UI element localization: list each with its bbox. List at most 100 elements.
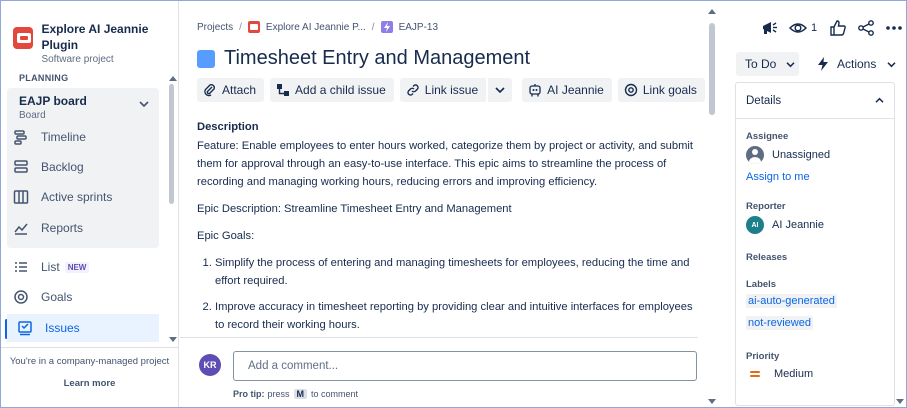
add-child-label: Add a child issue bbox=[295, 83, 386, 97]
backlog-icon bbox=[13, 159, 29, 175]
comment-input[interactable] bbox=[233, 351, 697, 381]
main-scroll-thumb[interactable] bbox=[709, 23, 715, 115]
planning-section-label: PLANNING bbox=[19, 73, 69, 83]
actions-button[interactable]: Actions bbox=[811, 52, 902, 76]
status-label: To Do bbox=[745, 57, 777, 71]
assign-to-me-link[interactable]: Assign to me bbox=[746, 171, 810, 183]
ai-jeannie-button[interactable]: AI Jeannie bbox=[522, 78, 612, 102]
priority-medium-icon bbox=[750, 369, 760, 379]
sidebar: Explore AI Jeannie Plugin Software proje… bbox=[1, 1, 179, 407]
pro-tip-press: press bbox=[267, 389, 290, 399]
scroll-down-arrow-icon[interactable] bbox=[169, 337, 177, 342]
issue-actions-bar: 1 bbox=[761, 19, 906, 37]
scroll-down-arrow-icon[interactable] bbox=[708, 399, 716, 404]
sidebar-item-goals[interactable]: Goals bbox=[13, 283, 153, 311]
reporter-label: Reporter bbox=[746, 201, 786, 212]
sidebar-footer: You're in a company-managed project Lear… bbox=[1, 347, 178, 389]
sidebar-item-backlog[interactable]: Backlog bbox=[13, 153, 153, 181]
add-child-issue-button[interactable]: Add a child issue bbox=[270, 78, 394, 102]
board-columns-icon bbox=[13, 189, 29, 205]
priority-label: Priority bbox=[746, 351, 780, 362]
project-icon bbox=[247, 21, 260, 33]
thumbs-up-icon[interactable] bbox=[829, 19, 847, 37]
project-type: Software project bbox=[41, 54, 114, 65]
link-issue-button[interactable]: Link issue bbox=[399, 78, 487, 102]
details-panel: Details Assignee Unassigned Assign to me… bbox=[735, 82, 895, 406]
scroll-up-arrow-icon[interactable] bbox=[708, 9, 716, 14]
status-dropdown[interactable]: To Do bbox=[736, 52, 799, 76]
link-issue-dropdown[interactable] bbox=[488, 78, 513, 102]
issue-toolbar: Attach Add a child issue Link issue AI J… bbox=[197, 78, 711, 102]
list-item: Improve accuracy in timesheet reporting … bbox=[215, 298, 697, 334]
label-chip[interactable]: ai-auto-generated bbox=[746, 294, 837, 308]
sidebar-item-timeline[interactable]: Timeline bbox=[13, 123, 153, 151]
avatar: KR bbox=[199, 354, 221, 376]
breadcrumb-separator: / bbox=[371, 21, 375, 33]
priority-field[interactable]: Medium bbox=[746, 368, 813, 380]
comment-area: KR Pro tip: press M to comment bbox=[180, 337, 698, 407]
breadcrumb-projects[interactable]: Projects bbox=[197, 22, 233, 33]
scroll-down-arrow-icon[interactable] bbox=[896, 399, 904, 404]
sidebar-item-label: Issues bbox=[45, 321, 80, 335]
reporter-value: AI Jeannie bbox=[772, 219, 824, 231]
sidebar-item-label: Backlog bbox=[41, 160, 84, 174]
breadcrumb-issue-key[interactable]: EAJP-13 bbox=[399, 22, 438, 33]
sidebar-scroll-thumb[interactable] bbox=[169, 84, 174, 204]
epic-goals-heading: Epic Goals: bbox=[197, 230, 255, 242]
paperclip-icon bbox=[203, 83, 217, 97]
chevron-down-icon bbox=[786, 61, 795, 67]
priority-value: Medium bbox=[774, 368, 814, 380]
label-chip[interactable]: not-reviewed bbox=[746, 316, 813, 330]
sidebar-item-label: Reports bbox=[41, 221, 84, 235]
project-header[interactable]: Explore AI Jeannie Plugin Software proje… bbox=[13, 21, 178, 67]
attach-button[interactable]: Attach bbox=[197, 78, 265, 102]
labels-label: Labels bbox=[746, 279, 777, 290]
sidebar-item-list[interactable]: List NEW bbox=[13, 253, 153, 281]
chevron-down-icon bbox=[495, 87, 505, 94]
reporter-field[interactable]: AI AI Jeannie bbox=[746, 216, 824, 234]
epic-goals-list: Simplify the process of entering and man… bbox=[197, 254, 697, 334]
pro-tip-rest: to comment bbox=[311, 389, 359, 399]
main-scrollbar[interactable] bbox=[708, 9, 716, 405]
company-managed-note: You're in a company-managed project bbox=[9, 356, 170, 367]
board-subtitle: Board bbox=[19, 110, 46, 121]
sidebar-item-label: Active sprints bbox=[41, 190, 113, 204]
megaphone-icon[interactable] bbox=[761, 19, 779, 37]
sidebar-item-active-sprints[interactable]: Active sprints bbox=[13, 183, 153, 211]
details-header[interactable]: Details bbox=[736, 83, 894, 119]
details-title: Details bbox=[746, 94, 782, 107]
ai-jeannie-icon bbox=[528, 83, 542, 97]
project-icon bbox=[13, 27, 34, 49]
issue-title[interactable]: Timesheet Entry and Management bbox=[224, 47, 530, 70]
pro-tip-label: Pro tip: bbox=[233, 389, 265, 399]
link-goals-button[interactable]: Link goals bbox=[617, 78, 705, 102]
description-body[interactable]: Description Feature: Enable employees to… bbox=[197, 118, 697, 342]
assignee-field[interactable]: Unassigned bbox=[746, 146, 830, 164]
eye-icon[interactable] bbox=[789, 19, 807, 37]
issue-type-icon bbox=[197, 49, 215, 68]
breadcrumb-project[interactable]: Explore AI Jeannie P... bbox=[266, 22, 366, 33]
learn-more-link[interactable]: Learn more bbox=[1, 378, 178, 389]
list-item: Simplify the process of entering and man… bbox=[215, 254, 697, 290]
pro-tip: Pro tip: press M to comment bbox=[233, 389, 358, 399]
breadcrumb: Projects / Explore AI Jeannie P... / EAJ… bbox=[197, 21, 438, 33]
assignee-label: Assignee bbox=[746, 131, 789, 142]
chevron-down-icon[interactable] bbox=[139, 100, 149, 108]
link-goals-label: Link goals bbox=[642, 83, 697, 97]
attach-label: Attach bbox=[222, 83, 257, 97]
sidebar-item-label: List bbox=[41, 260, 60, 274]
sidebar-item-reports[interactable]: Reports bbox=[13, 214, 153, 242]
app-frame: Explore AI Jeannie Plugin Software proje… bbox=[0, 0, 907, 408]
share-icon[interactable] bbox=[857, 19, 875, 37]
more-icon[interactable] bbox=[885, 19, 903, 37]
chevron-down-icon bbox=[887, 61, 896, 67]
sidebar-item-label: Goals bbox=[41, 290, 73, 304]
description-heading: Description bbox=[197, 121, 259, 133]
sidebar-scrollbar[interactable] bbox=[169, 76, 177, 206]
scroll-up-arrow-icon[interactable] bbox=[169, 76, 177, 81]
board-title[interactable]: EAJP board bbox=[19, 94, 87, 108]
chart-icon bbox=[13, 220, 29, 236]
issue-main: Projects / Explore AI Jeannie P... / EAJ… bbox=[180, 1, 720, 407]
new-badge: NEW bbox=[64, 261, 90, 273]
sidebar-item-issues[interactable]: Issues bbox=[7, 314, 159, 342]
